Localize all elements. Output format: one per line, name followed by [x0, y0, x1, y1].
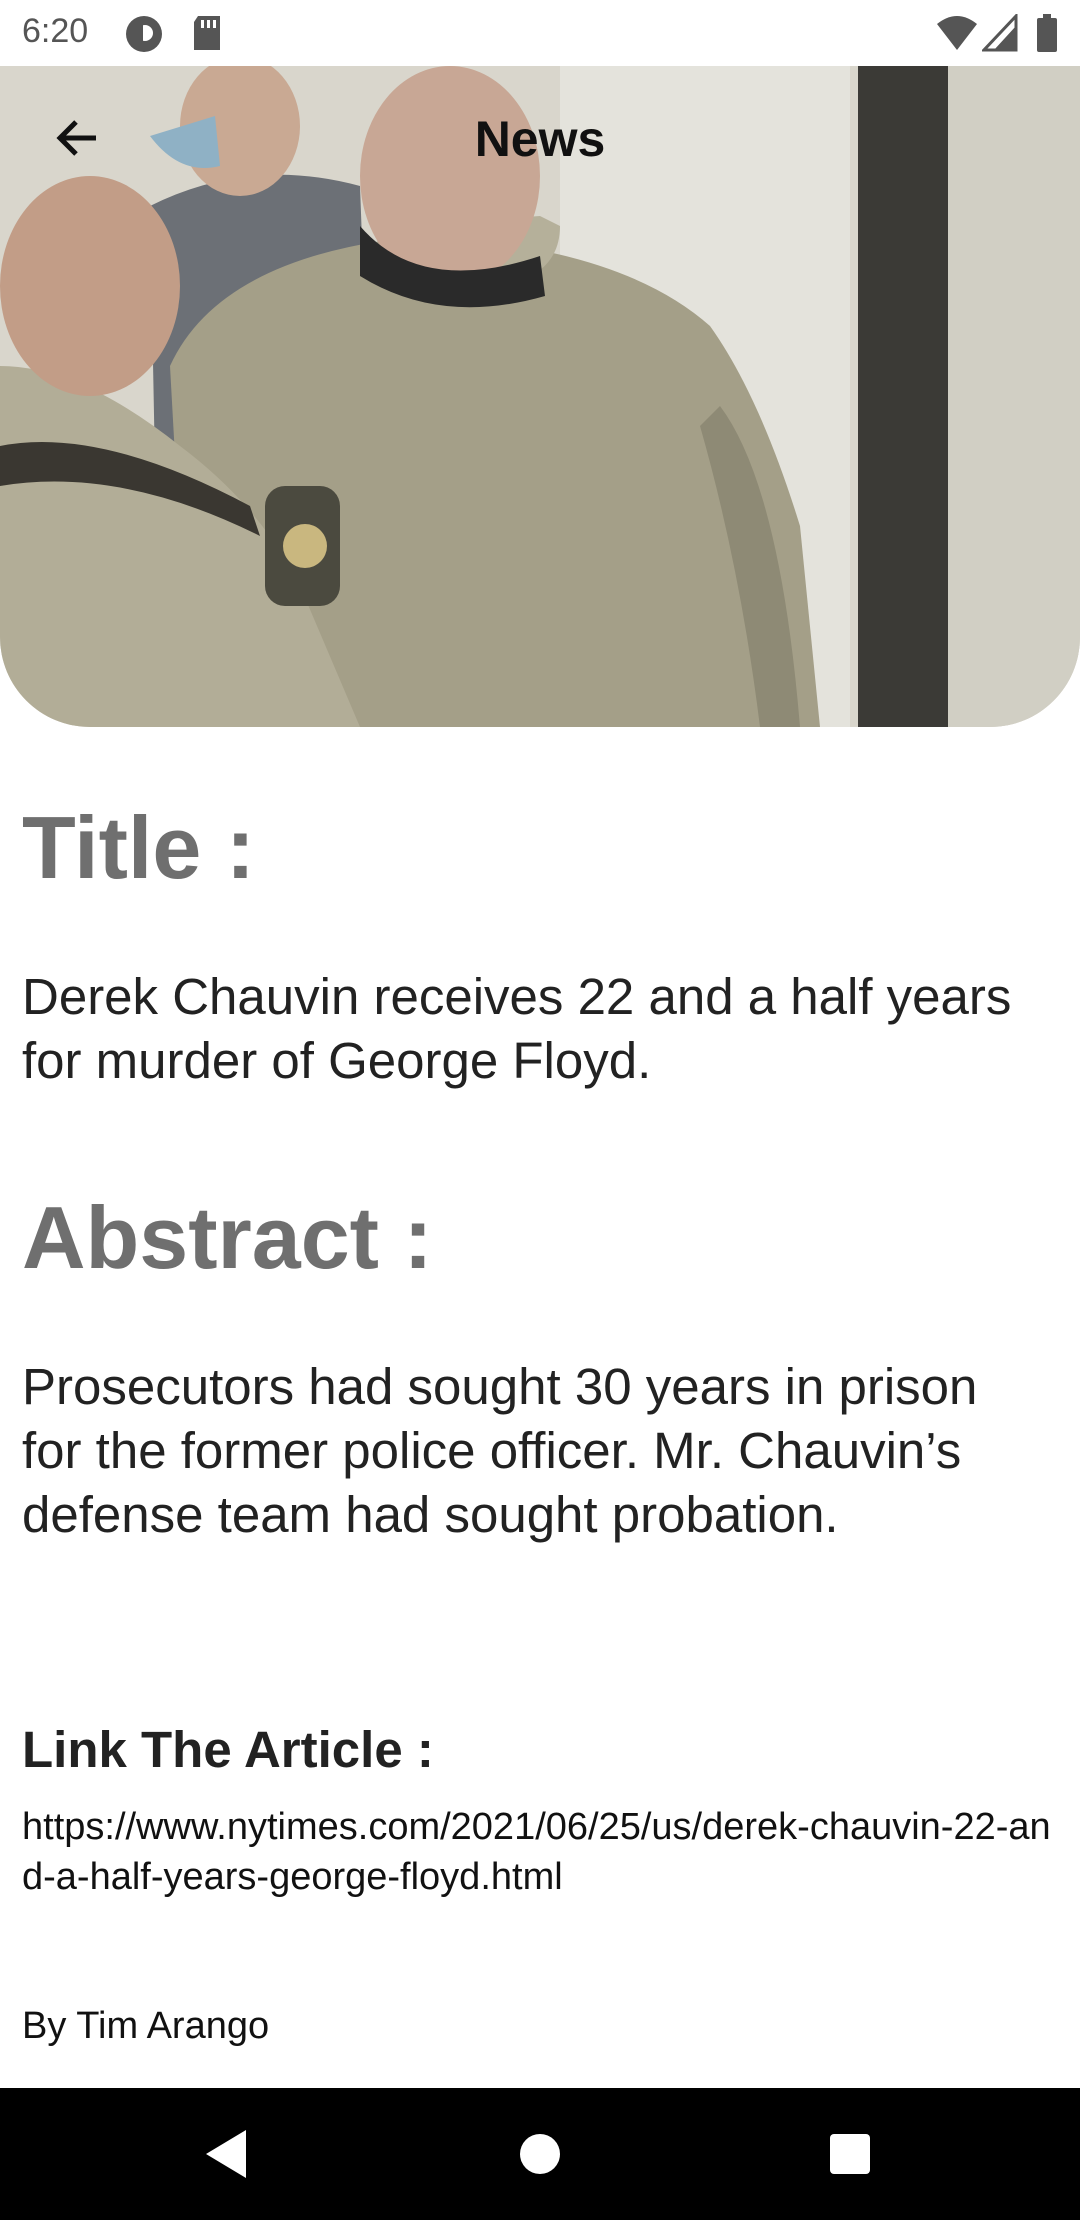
nav-home-button[interactable]	[470, 2088, 610, 2220]
wifi-icon	[935, 14, 979, 57]
signal-icon	[980, 12, 1018, 57]
abstract-heading: Abstract :	[22, 1188, 433, 1287]
status-bar: 6:20	[0, 0, 1080, 66]
nav-recents-button[interactable]	[780, 2088, 920, 2220]
news-detail-screen: 6:20 News Title: Derek Chauvin receives…	[0, 0, 1080, 2220]
article-abstract: Prosecutors had sought 30 years in priso…	[22, 1358, 978, 1543]
status-time: 6:20	[22, 12, 89, 50]
nav-recents-square-icon	[830, 2134, 870, 2174]
article-title: Derek Chauvin receives 22 and a half yea…	[22, 968, 1012, 1089]
app-bar-title: News	[474, 111, 606, 167]
pocket-casts-icon	[124, 14, 164, 59]
nav-back-triangle-icon	[206, 2130, 246, 2178]
sd-card-icon	[190, 14, 224, 57]
battery-icon	[1036, 14, 1058, 57]
link-heading: Link The Article :	[22, 1721, 434, 1778]
system-nav-bar	[0, 2088, 1080, 2220]
article-link[interactable]: https://www.nytimes.com/2021/06/25/us/de…	[22, 1802, 1058, 1902]
nav-home-circle-icon	[520, 2134, 560, 2174]
nav-back-button[interactable]	[156, 2088, 296, 2220]
title-heading: Title :	[22, 798, 256, 897]
article-byline: By Tim Arango	[22, 2005, 270, 2047]
